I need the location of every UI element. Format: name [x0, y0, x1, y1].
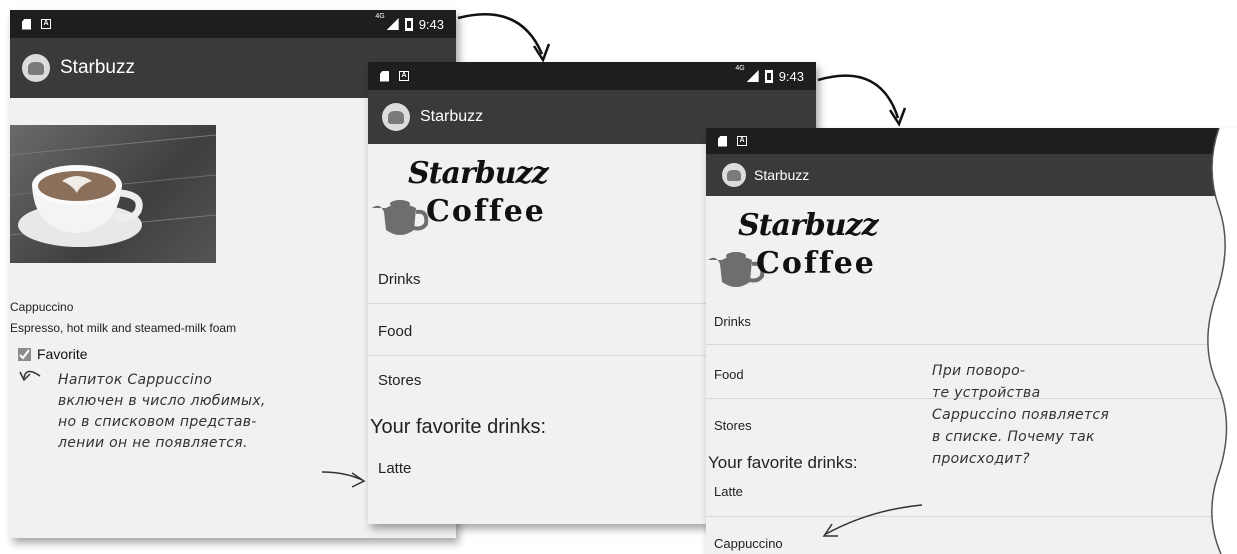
torn-edge — [1207, 128, 1237, 554]
status-bar: A — [706, 128, 1237, 154]
teapot-icon — [372, 200, 429, 235]
battery-icon — [764, 69, 773, 83]
signal-icon — [746, 70, 759, 82]
sd-card-icon — [718, 135, 727, 147]
annotation-note-2: При поворо- те устройства Cappuccino поя… — [932, 363, 1110, 467]
app-title: Starbuzz — [60, 57, 135, 78]
status-time: 9:43 — [778, 68, 804, 84]
phone-screen-rotated: A Starbuzz Starbuzz Coffee Drinks Food S… — [706, 128, 1237, 554]
signal-icon — [386, 18, 399, 30]
network-type: 4G — [375, 13, 385, 20]
menu-item-stores[interactable]: Stores — [378, 372, 421, 389]
favorite-checkbox[interactable]: Favorite — [18, 346, 88, 362]
sd-card-icon — [22, 18, 31, 30]
coffee-cup-icon — [10, 134, 216, 247]
menu-item-stores[interactable]: Stores — [714, 418, 752, 433]
starbuzz-logo: Starbuzz Coffee — [370, 152, 590, 242]
app-logo-icon — [382, 103, 410, 131]
notification-a-icon: A — [41, 19, 51, 29]
app-logo-icon — [722, 163, 746, 187]
favorites-header: Your favorite drinks: — [370, 416, 547, 438]
status-bar: A 4G 9:43 — [368, 62, 816, 90]
sd-card-icon — [380, 70, 389, 82]
notification-a-icon: A — [737, 136, 747, 146]
favorites-header: Your favorite drinks: — [708, 453, 858, 472]
app-title: Starbuzz — [754, 167, 810, 183]
app-title: Starbuzz — [420, 108, 484, 125]
drink-description: Espresso, hot milk and steamed-milk foam — [10, 321, 237, 335]
drink-image — [10, 125, 216, 263]
app-logo-icon — [22, 54, 50, 82]
logo-line1: Starbuzz — [408, 156, 549, 191]
status-bar: A 4G 9:43 — [10, 10, 456, 38]
app-bar: Starbuzz — [706, 154, 1237, 196]
menu-item-drinks[interactable]: Drinks — [706, 300, 1237, 345]
battery-icon — [404, 17, 413, 31]
drink-name: Cappuccino — [10, 300, 74, 314]
logo-line2: Coffee — [426, 194, 546, 229]
logo-line2: Coffee — [756, 246, 876, 281]
favorite-item-latte[interactable]: Latte — [706, 476, 1237, 517]
network-type: 4G — [735, 65, 745, 72]
annotation-note-1: Напиток Cappuccino включен в число любим… — [58, 372, 266, 451]
status-time: 9:43 — [418, 16, 444, 32]
favorite-item-cappuccino[interactable]: Cappuccino — [714, 536, 783, 551]
checkbox-checked-icon[interactable] — [18, 347, 31, 361]
notification-a-icon: A — [399, 71, 409, 81]
favorite-item-latte[interactable]: Latte — [378, 460, 411, 477]
logo-line1: Starbuzz — [738, 208, 879, 243]
favorite-label: Favorite — [37, 346, 88, 362]
starbuzz-logo: Starbuzz Coffee — [706, 202, 926, 292]
